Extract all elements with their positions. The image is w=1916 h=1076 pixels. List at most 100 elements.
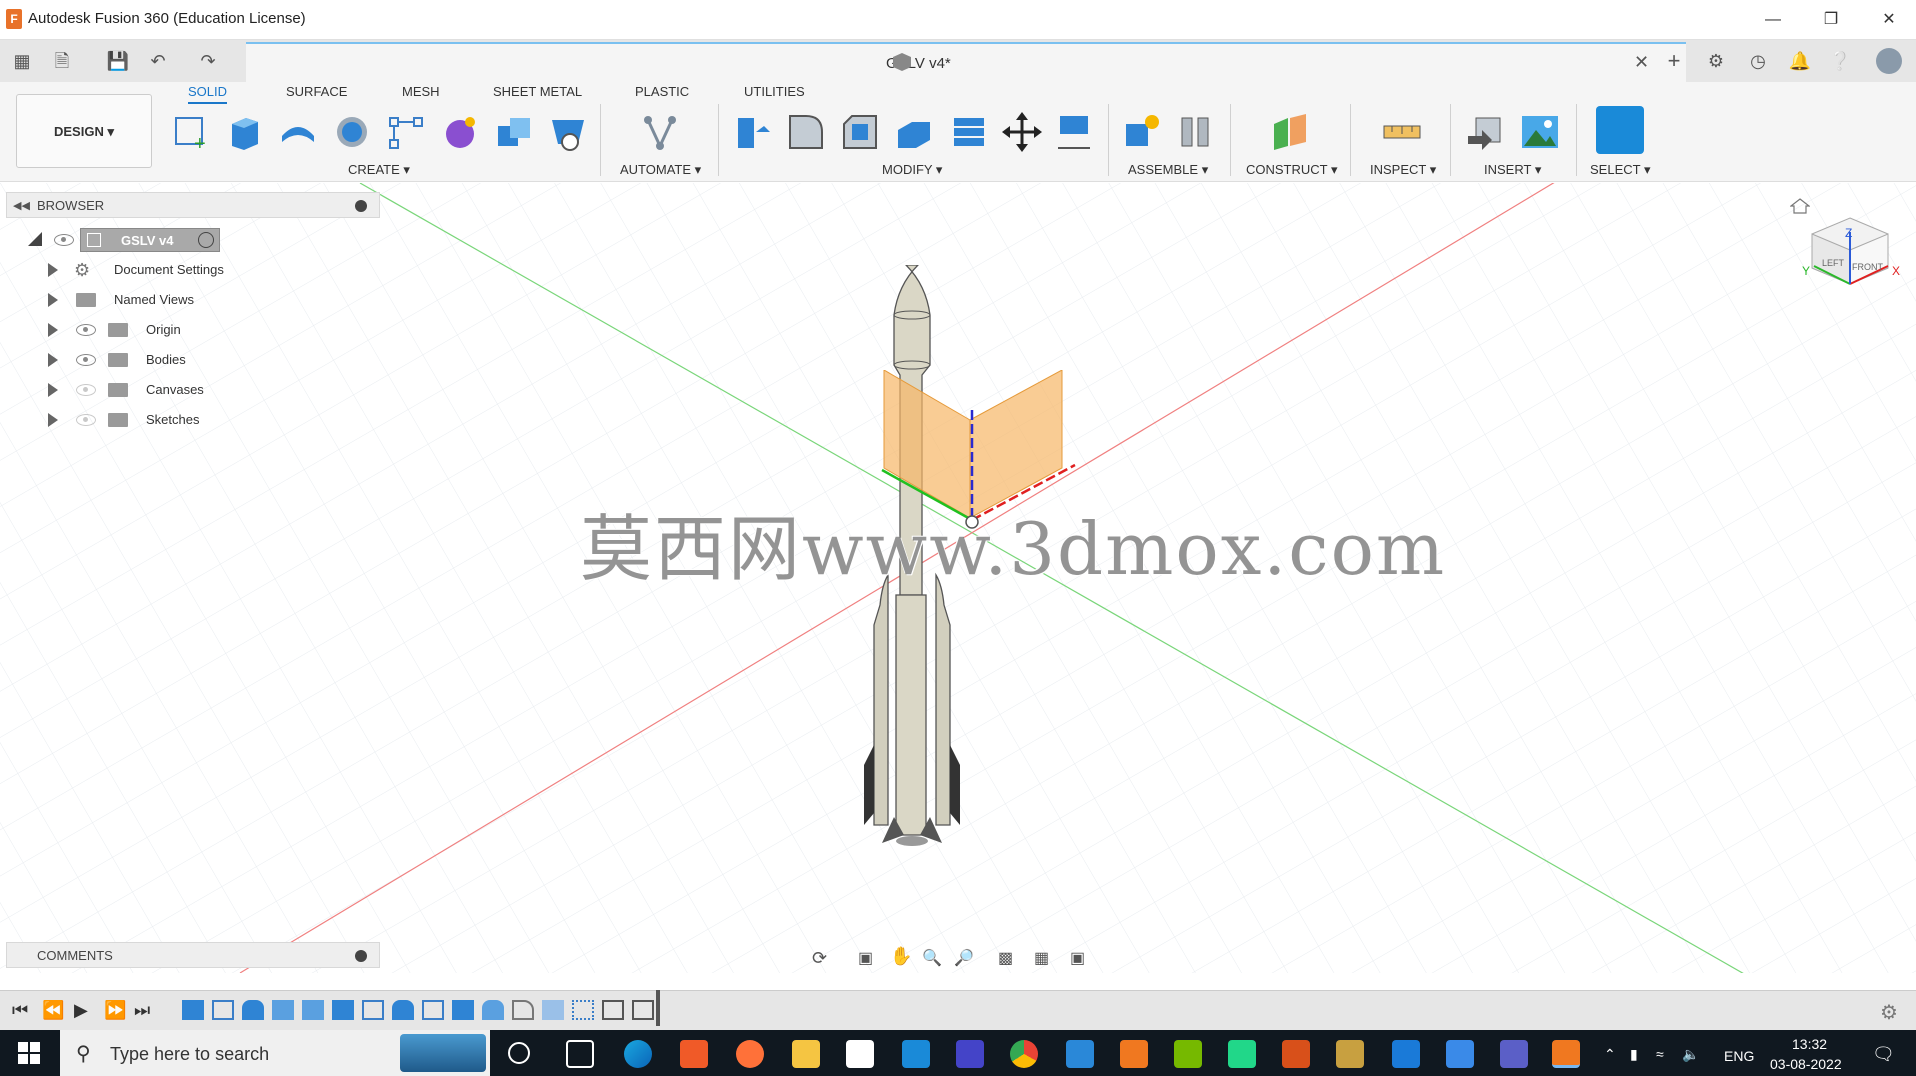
fillet-icon[interactable] — [786, 112, 826, 152]
vscode-icon[interactable] — [1392, 1040, 1420, 1068]
fusion360-active-icon[interactable] — [1552, 1040, 1580, 1068]
tab-plastic[interactable]: PLASTIC — [635, 84, 689, 99]
visibility-eye-icon[interactable] — [76, 324, 96, 336]
split-body-icon[interactable] — [948, 112, 988, 152]
new-component-icon[interactable] — [1122, 112, 1162, 152]
close-window-button[interactable]: ✕ — [1866, 6, 1912, 34]
press-pull-icon[interactable] — [734, 112, 774, 152]
task-view-icon[interactable] — [566, 1040, 594, 1068]
new-tab-icon[interactable]: + — [1662, 50, 1686, 72]
tab-sheet-metal[interactable]: SHEET METAL — [493, 84, 582, 99]
revolve-icon[interactable] — [278, 112, 318, 152]
timeline-last-icon[interactable]: ⏭ — [134, 1000, 150, 1021]
browser-item-sketches[interactable]: Sketches — [48, 408, 248, 432]
redo-icon[interactable]: ↷ — [196, 50, 220, 72]
modify-group-label[interactable]: MODIFY ▾ — [882, 162, 942, 178]
browser-item-document-settings[interactable]: ⚙ Document Settings — [48, 258, 248, 282]
sweep-icon[interactable] — [332, 112, 372, 152]
move-copy-icon[interactable] — [1002, 112, 1042, 152]
timeline-marker[interactable] — [656, 990, 660, 1026]
job-status-icon[interactable]: ◷ — [1746, 50, 1770, 72]
timeline-feature-icon[interactable] — [242, 1000, 264, 1020]
file-explorer-icon[interactable] — [792, 1040, 820, 1068]
timeline-pattern-icon[interactable] — [572, 1000, 594, 1020]
minimize-button[interactable]: — — [1750, 6, 1796, 34]
edge-icon[interactable] — [624, 1040, 652, 1068]
add-comment-icon[interactable] — [355, 950, 367, 962]
browser-panel-header[interactable]: BROWSER ◀◀ — [6, 192, 380, 218]
pycharm-icon[interactable] — [1228, 1040, 1256, 1068]
notification-center-icon[interactable]: 🗨 — [1872, 1044, 1895, 1065]
workspace-switcher-button[interactable]: DESIGN ▾ — [16, 94, 152, 168]
timeline-sketch-icon[interactable] — [422, 1000, 444, 1020]
insert-group-label[interactable]: INSERT ▾ — [1484, 162, 1541, 178]
automate-icon[interactable] — [640, 112, 680, 152]
timeline-sketch-icon[interactable] — [212, 1000, 234, 1020]
language-indicator[interactable]: ENG — [1724, 1048, 1754, 1064]
nvidia-icon[interactable] — [1174, 1040, 1202, 1068]
timeline-feature-icon[interactable] — [392, 1000, 414, 1020]
timeline-fillet-icon[interactable] — [512, 1000, 534, 1020]
tray-chevron-icon[interactable]: ⌃ — [1604, 1046, 1616, 1063]
volume-icon[interactable]: 🔈 — [1682, 1046, 1699, 1063]
brave-icon[interactable] — [680, 1040, 708, 1068]
collapse-panel-icon[interactable]: ◀◀ — [13, 199, 30, 212]
browser-root-row[interactable]: GSLV v4 — [20, 228, 240, 252]
fit-icon[interactable]: 🔎 — [954, 948, 974, 968]
form-icon[interactable] — [440, 112, 480, 152]
timeline-next-icon[interactable]: ⏩ — [104, 1000, 126, 1021]
inspect-group-label[interactable]: INSPECT ▾ — [1370, 162, 1436, 178]
timeline-settings-icon[interactable]: ⚙ — [1880, 1000, 1898, 1025]
tab-solid[interactable]: SOLID — [188, 84, 228, 104]
app-icon[interactable] — [1066, 1040, 1094, 1068]
teams-icon[interactable] — [1500, 1040, 1528, 1068]
expand-arrow-icon[interactable] — [48, 263, 58, 277]
timeline-feature-icon[interactable] — [302, 1000, 324, 1020]
expanded-arrow-icon[interactable] — [28, 232, 42, 246]
grid-settings-icon[interactable]: ▦ — [1034, 948, 1049, 968]
chrome-icon[interactable] — [1010, 1040, 1038, 1068]
timeline-feature-icon[interactable] — [332, 1000, 354, 1020]
timeline-feature-icon[interactable] — [542, 1000, 564, 1020]
pan-icon[interactable]: ✋ — [890, 946, 912, 967]
help-icon[interactable]: ❔ — [1828, 50, 1852, 72]
app-grid-icon[interactable]: ▦ — [10, 50, 34, 72]
expand-arrow-icon[interactable] — [48, 353, 58, 367]
home-view-icon[interactable] — [1789, 198, 1811, 214]
tab-utilities[interactable]: UTILITIES — [744, 84, 805, 99]
timeline-sketch-icon[interactable] — [362, 1000, 384, 1020]
expand-arrow-icon[interactable] — [48, 293, 58, 307]
timeline-prev-icon[interactable]: ⏪ — [42, 1000, 64, 1021]
cortana-icon[interactable] — [508, 1042, 530, 1064]
expand-arrow-icon[interactable] — [48, 323, 58, 337]
create-group-label[interactable]: CREATE ▾ — [348, 162, 410, 178]
notifications-icon[interactable]: 🔔 — [1788, 50, 1812, 72]
timeline-feature-icon[interactable] — [482, 1000, 504, 1020]
browser-item-bodies[interactable]: Bodies — [48, 348, 248, 372]
timeline-feature-icon[interactable] — [602, 1000, 624, 1020]
shell-modify-icon[interactable] — [894, 112, 934, 152]
shell-icon[interactable] — [548, 112, 588, 152]
zoom-icon[interactable]: 🔍 — [922, 948, 942, 968]
clock-time[interactable]: 13:32 — [1792, 1036, 1827, 1052]
app-icon[interactable] — [1446, 1040, 1474, 1068]
tab-mesh[interactable]: MESH — [402, 84, 440, 99]
file-menu-icon[interactable]: 🗎 — [50, 50, 74, 72]
assemble-group-label[interactable]: ASSEMBLE ▾ — [1128, 162, 1208, 178]
automate-group-label[interactable]: AUTOMATE ▾ — [620, 162, 701, 178]
measure-icon[interactable] — [1382, 112, 1422, 152]
expand-arrow-icon[interactable] — [48, 383, 58, 397]
taskbar-search-box[interactable]: ⚲ Type here to search — [60, 1030, 490, 1076]
look-at-icon[interactable]: ▣ — [858, 948, 873, 968]
timeline-feature-icon[interactable] — [632, 1000, 654, 1020]
extensions-icon[interactable]: ⚙ — [1704, 50, 1728, 72]
undo-icon[interactable]: ↶ — [146, 50, 170, 72]
hidden-eye-icon[interactable] — [76, 384, 96, 396]
hidden-eye-icon[interactable] — [76, 414, 96, 426]
timeline-first-icon[interactable]: ⏮ — [12, 1000, 28, 1021]
browser-item-named-views[interactable]: Named Views — [48, 288, 248, 312]
tab-surface[interactable]: SURFACE — [286, 84, 347, 99]
create-sketch-icon[interactable]: + — [170, 112, 210, 152]
timeline-feature-icon[interactable] — [182, 1000, 204, 1020]
offset-plane-icon[interactable] — [1270, 112, 1310, 152]
